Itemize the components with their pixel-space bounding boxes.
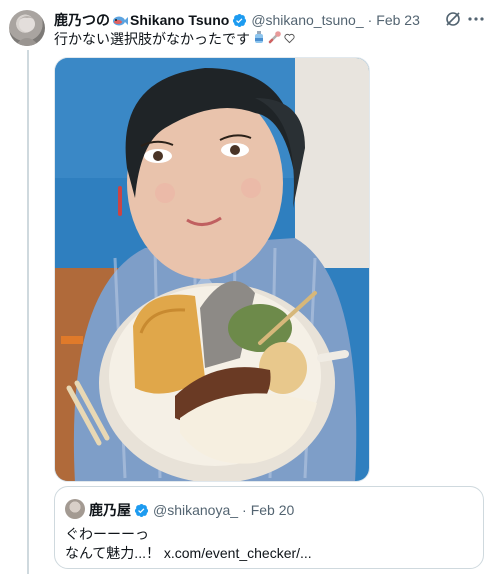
quote-author-avatar[interactable] <box>65 499 85 519</box>
quote-line-1: ぐわーーーっ <box>65 526 149 542</box>
quote-header: 鹿乃屋 @shikanoya_ · Feb 20 <box>89 500 294 520</box>
tweet-header: 鹿乃つの Shikano Tsuno @shikano_tsuno_ · Feb… <box>54 11 420 29</box>
photo-content <box>55 58 369 481</box>
blowfish-emoji-icon <box>268 30 282 48</box>
quote-author-name[interactable]: 鹿乃屋 <box>89 500 131 520</box>
tweet-text: 行かない選択肢がなかったです <box>54 30 295 48</box>
tweet-body: 行かない選択肢がなかったです <box>54 31 250 47</box>
thread-line <box>27 50 29 574</box>
separator-dot: · <box>367 12 373 28</box>
author-handle[interactable]: @shikano_tsuno_ <box>251 12 363 28</box>
tweet-photo[interactable] <box>54 57 370 482</box>
grok-icon[interactable] <box>444 10 462 28</box>
quote-verified-badge-icon <box>134 503 149 518</box>
quote-date[interactable]: Feb 20 <box>251 502 295 518</box>
heart-icon <box>284 30 295 48</box>
quote-separator-dot: · <box>242 502 247 518</box>
verified-badge-icon <box>232 13 247 28</box>
quote-handle[interactable]: @shikanoya_ <box>153 502 238 518</box>
quoted-tweet[interactable]: 鹿乃屋 @shikanoya_ · Feb 20 ぐわーーーっ なんて魅力...… <box>54 486 484 569</box>
quote-line-2[interactable]: なんて魅力...！ x.com/event_checker/... <box>65 544 312 563</box>
fish-emoji-icon <box>112 14 128 27</box>
bottle-emoji-icon <box>252 30 266 48</box>
quote-text: ぐわーーーっ なんて魅力...！ x.com/event_checker/... <box>65 525 312 563</box>
tweet-date[interactable]: Feb 23 <box>376 12 420 28</box>
author-display-latin[interactable]: Shikano Tsuno <box>130 12 229 28</box>
more-icon[interactable] <box>466 9 486 29</box>
author-avatar[interactable] <box>9 10 45 46</box>
author-name[interactable]: 鹿乃つの <box>54 10 110 30</box>
